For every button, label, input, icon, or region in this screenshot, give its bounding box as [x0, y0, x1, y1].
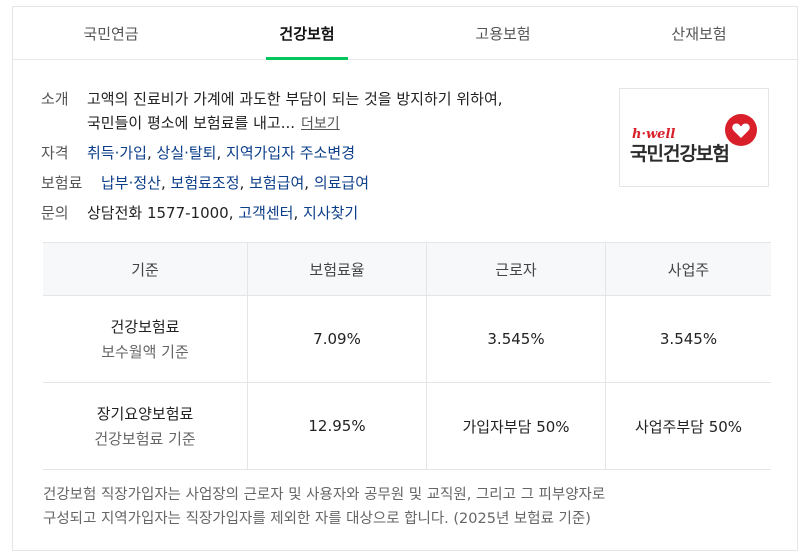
- eligibility-label: 자격: [41, 144, 69, 163]
- col-rate: 보험료율: [247, 242, 427, 296]
- row-employee: 가입자부담 50%: [426, 382, 606, 470]
- footnote: 건강보험 직장가입자는 사업장의 근로자 및 사용자와 공무원 및 교직원, 그…: [43, 484, 763, 532]
- link-acquisition[interactable]: 취득·가입: [87, 144, 147, 162]
- footnote-line2: 구성되고 지역가입자는 직장가입자를 제외한 자를 대상으로 합니다. (202…: [43, 510, 591, 527]
- more-link[interactable]: 더보기: [301, 116, 340, 132]
- row-subtext: 보수월액 기준: [101, 343, 189, 361]
- heart-icon: [725, 114, 757, 146]
- footnote-line1: 건강보험 직장가입자는 사업장의 근로자 및 사용자와 공무원 및 교직원, 그…: [43, 487, 606, 503]
- row-rate: 7.09%: [247, 295, 427, 383]
- row-name: 장기요양보험료: [96, 405, 194, 423]
- link-insurance-benefit[interactable]: 보험급여: [249, 174, 304, 192]
- tab-industrial-accident-insurance[interactable]: 산재보험: [601, 7, 797, 59]
- intro-row: 소개 고액의 진료비가 가계에 과도한 부담이 되는 것을 방지하기 위하여, …: [41, 87, 601, 135]
- table-header-row: 기준 보험료율 근로자 사업주: [43, 242, 771, 296]
- nhis-logo[interactable]: h·well 국민건강보험: [619, 88, 769, 187]
- row-employer: 3.545%: [605, 295, 771, 383]
- col-employee: 근로자: [426, 242, 606, 296]
- link-payment[interactable]: 납부·정산: [101, 174, 161, 192]
- row-subtext: 건강보험료 기준: [94, 430, 196, 448]
- premium-table: 기준 보험료율 근로자 사업주 건강보험료 보수월액 기준 7.09% 3.54…: [43, 242, 771, 470]
- table-row: 건강보험료 보수월액 기준 7.09% 3.545% 3.545%: [43, 295, 771, 383]
- logo-title: 국민건강보험: [630, 143, 730, 165]
- link-medical-aid[interactable]: 의료급여: [314, 174, 369, 192]
- tab-national-pension[interactable]: 국민연금: [13, 7, 209, 59]
- tab-employment-insurance[interactable]: 고용보험: [405, 7, 601, 59]
- col-basis: 기준: [43, 242, 248, 296]
- row-employee: 3.545%: [426, 295, 606, 383]
- intro-line2: 국민들이 평소에 보험료를 내고...: [87, 114, 296, 132]
- col-employer: 사업주: [605, 242, 771, 296]
- intro-text: 고액의 진료비가 가계에 과도한 부담이 되는 것을 방지하기 위하여, 국민들…: [87, 87, 503, 135]
- link-customer-center[interactable]: 고객센터: [238, 204, 293, 222]
- contact-row: 문의 상담전화 1577-1000, 고객센터, 지사찾기: [41, 201, 601, 225]
- tab-health-insurance[interactable]: 건강보험: [209, 7, 405, 59]
- link-loss[interactable]: 상실·탈퇴: [157, 144, 217, 162]
- intro-label: 소개: [41, 90, 69, 108]
- premium-row: 보험료 납부·정산, 보험료조정, 보험급여, 의료급여: [41, 171, 601, 195]
- info-section: 소개 고액의 진료비가 가계에 과도한 부담이 되는 것을 방지하기 위하여, …: [41, 87, 601, 231]
- row-rate: 12.95%: [247, 382, 427, 470]
- contact-phone: 상담전화 1577-1000,: [87, 204, 234, 223]
- row-employer: 사업주부담 50%: [605, 382, 771, 470]
- link-premium-adjustment[interactable]: 보험료조정: [171, 174, 240, 192]
- row-name: 건강보험료: [110, 318, 180, 336]
- insurance-tabs: 국민연금 건강보험 고용보험 산재보험: [13, 7, 797, 60]
- row-basis: 장기요양보험료 건강보험료 기준: [43, 382, 248, 470]
- row-basis: 건강보험료 보수월액 기준: [43, 295, 248, 383]
- premium-label: 보험료: [41, 174, 83, 193]
- link-branch-finder[interactable]: 지사찾기: [303, 204, 358, 222]
- intro-line1: 고액의 진료비가 가계에 과도한 부담이 되는 것을 방지하기 위하여,: [87, 90, 503, 108]
- contact-label: 문의: [41, 204, 69, 223]
- eligibility-row: 자격 취득·가입, 상실·탈퇴, 지역가입자 주소변경: [41, 141, 601, 165]
- link-address-change[interactable]: 지역가입자 주소변경: [226, 144, 355, 162]
- insurance-card: 국민연금 건강보험 고용보험 산재보험 소개 고액의 진료비가 가계에 과도한 …: [12, 6, 798, 551]
- table-row: 장기요양보험료 건강보험료 기준 12.95% 가입자부담 50% 사업주부담 …: [43, 382, 771, 470]
